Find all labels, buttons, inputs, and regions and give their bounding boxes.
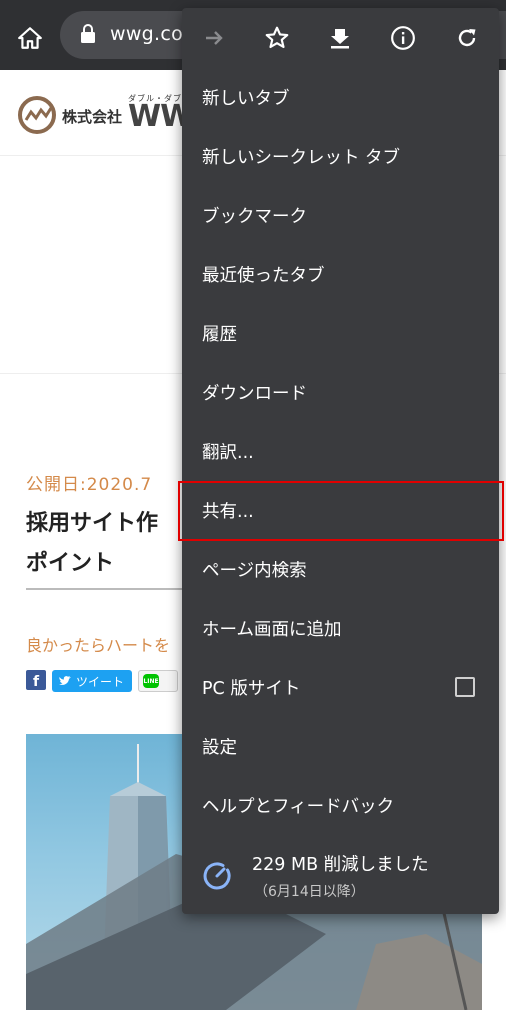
menu-item-translate[interactable]: 翻訳... — [182, 422, 499, 481]
reload-icon — [458, 29, 476, 47]
download-button[interactable] — [322, 20, 358, 56]
info-icon — [391, 26, 415, 50]
menu-item-settings[interactable]: 設定 — [182, 717, 499, 776]
download-icon — [331, 29, 349, 49]
menu-item-new-tab[interactable]: 新しいタブ — [182, 68, 499, 127]
share-buttons: f ツイート LINE — [26, 670, 179, 692]
data-saver-gauge-icon — [203, 862, 231, 890]
lock-icon — [81, 24, 95, 43]
line-share-button[interactable]: LINE — [138, 670, 179, 692]
article-title-line2: ポイント — [26, 551, 115, 576]
forward-arrow-icon — [206, 31, 223, 45]
desktop-site-label: PC 版サイト — [202, 679, 301, 699]
facebook-icon: f — [32, 674, 40, 690]
menu-item-downloads[interactable]: ダウンロード — [182, 363, 499, 422]
star-icon — [265, 26, 289, 49]
overflow-menu: 新しいタブ 新しいシークレット タブ ブックマーク 最近使ったタブ 履歴 ダウン… — [182, 8, 499, 914]
publish-date: 公開日:2020.7 — [26, 475, 153, 495]
menu-item-history[interactable]: 履歴 — [182, 304, 499, 363]
tweet-button[interactable]: ツイート — [52, 670, 133, 692]
home-button[interactable] — [12, 20, 48, 56]
data-saved-amount: 229 MB 削減しました — [252, 855, 429, 875]
data-saved-since: （6月14日以降） — [254, 884, 365, 900]
reload-button[interactable] — [449, 20, 485, 56]
url-text: wwg.co. — [110, 23, 190, 45]
menu-item-new-incognito-tab[interactable]: 新しいシークレット タブ — [182, 127, 499, 186]
twitter-bird-icon — [59, 676, 71, 685]
menu-item-desktop-site[interactable]: PC 版サイト — [182, 658, 499, 717]
company-logo-icon — [18, 96, 56, 134]
menu-item-bookmarks[interactable]: ブックマーク — [182, 186, 499, 245]
menu-icon-row — [182, 8, 499, 68]
facebook-share-button[interactable]: f — [26, 670, 46, 690]
bookmark-star-button[interactable] — [259, 20, 295, 56]
menu-item-add-to-home-screen[interactable]: ホーム画面に追加 — [182, 599, 499, 658]
data-saver-summary[interactable]: 229 MB 削減しました （6月14日以降） — [182, 838, 499, 914]
home-icon — [18, 27, 42, 49]
line-icon: LINE — [143, 674, 160, 688]
logo-company-text: 株式会社 — [62, 108, 123, 126]
menu-item-find-in-page[interactable]: ページ内検索 — [182, 540, 499, 599]
article-title-line1: 採用サイト作 — [26, 511, 159, 536]
tweet-label: ツイート — [76, 674, 125, 689]
page-info-button[interactable] — [385, 20, 421, 56]
menu-item-share[interactable]: 共有... — [182, 481, 499, 540]
menu-item-help-feedback[interactable]: ヘルプとフィードバック — [182, 776, 499, 835]
forward-button[interactable] — [196, 20, 232, 56]
menu-item-recent-tabs[interactable]: 最近使ったタブ — [182, 245, 499, 304]
desktop-site-checkbox[interactable] — [455, 677, 475, 697]
like-prompt-text: 良かったらハートを — [26, 636, 171, 655]
